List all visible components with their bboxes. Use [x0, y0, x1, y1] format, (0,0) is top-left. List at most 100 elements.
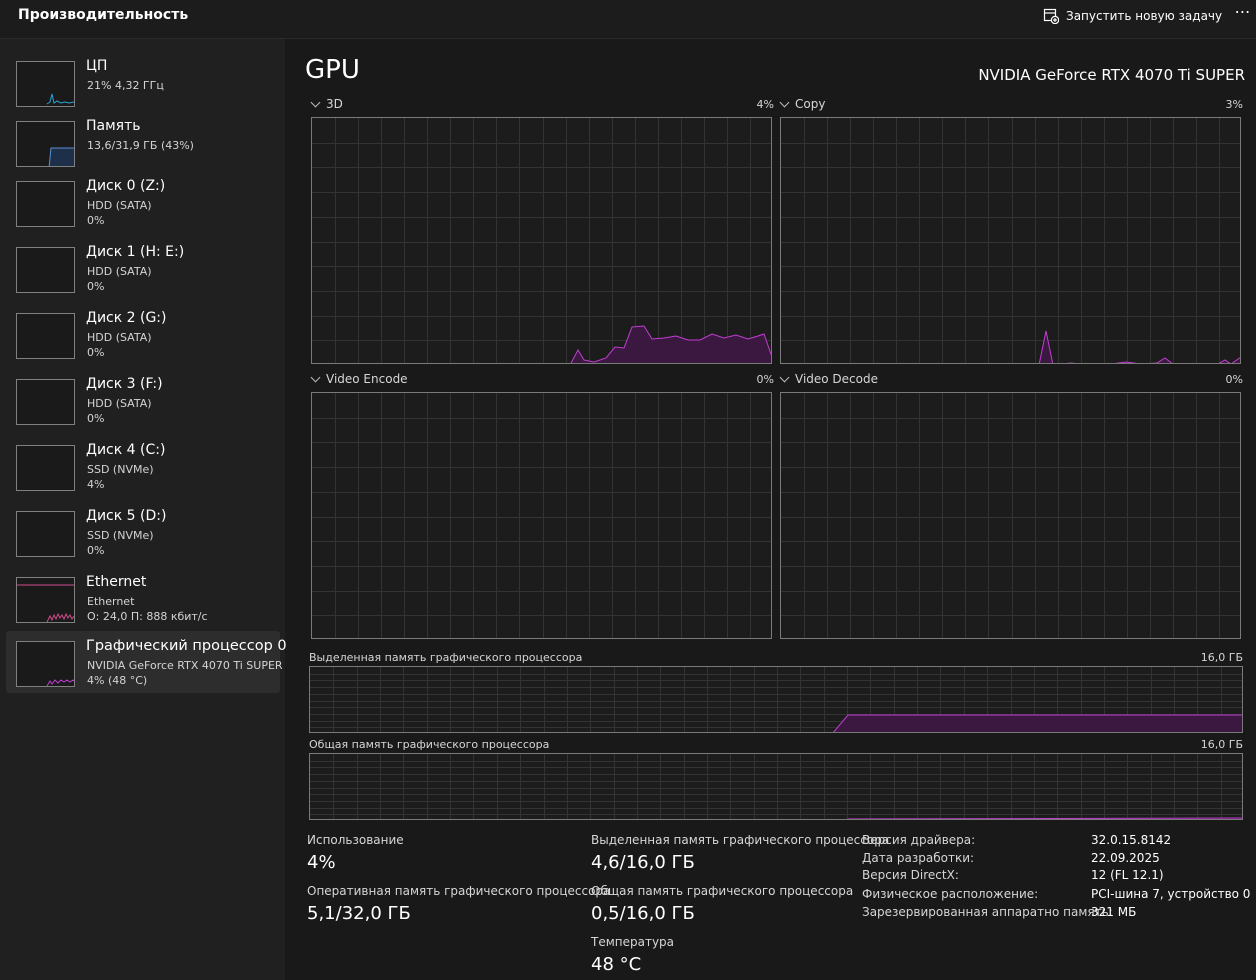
driver-date-value: 22.09.2025 [1091, 851, 1160, 865]
engine-selector-video-decode[interactable]: Video Decode [779, 372, 878, 386]
sidebar-item-subtitle: HDD (SATA) [87, 265, 152, 278]
disk-thumbnail [16, 181, 75, 227]
gpu-ram-label: Оперативная память графического процессо… [307, 884, 611, 898]
dedicated-memory-series [833, 714, 1242, 732]
shared-memory-graph [309, 753, 1243, 820]
reserved-memory-key: Зарезервированная аппаратно память: [862, 905, 1113, 919]
sidebar-item-subtitle: NVIDIA GeForce RTX 4070 Ti SUPER [87, 659, 283, 672]
sidebar-item-gpu-0[interactable]: Графический процессор 0 NVIDIA GeForce R… [6, 631, 287, 693]
engine-label: Video Decode [795, 372, 878, 386]
sidebar-item-disk-0[interactable]: Диск 0 (Z:) HDD (SATA) 0% [6, 171, 280, 233]
sidebar-item-title: Диск 5 (D:) [86, 508, 167, 524]
gpu-device-name: NVIDIA GeForce RTX 4070 Ti SUPER [978, 66, 1245, 84]
sidebar-item-value: О: 24,0 П: 888 кбит/с [87, 610, 208, 623]
run-task-label: Запустить новую задачу [1066, 9, 1223, 23]
sidebar-item-title: Графический процессор 0 [86, 638, 287, 654]
driver-version-value: 32.0.15.8142 [1091, 833, 1172, 847]
sidebar-item-title: Ethernet [86, 574, 147, 590]
dedicated-memory-stat-value: 4,6/16,0 ГБ [591, 852, 695, 873]
dedicated-memory-graph [309, 666, 1243, 733]
sidebar-item-subtitle: 13,6/31,9 ГБ (43%) [87, 139, 194, 152]
temperature-label: Температура [591, 935, 675, 949]
temperature-value: 48 °C [591, 954, 642, 975]
sidebar: ЦП 21% 4,32 ГГц Память 13,6/31,9 ГБ (43%… [0, 39, 287, 980]
sidebar-item-value: 4% [87, 478, 105, 491]
gpu-thumbnail [16, 641, 75, 687]
run-new-task-button[interactable]: Запустить новую задачу [1043, 6, 1222, 26]
engine-selector-video-encode[interactable]: Video Encode [310, 372, 408, 386]
sidebar-item-title: Диск 2 (G:) [86, 310, 167, 326]
sidebar-item-disk-4[interactable]: Диск 4 (C:) SSD (NVMe) 4% [6, 435, 280, 497]
sidebar-item-value: 0% [87, 346, 105, 359]
graph-grid [312, 393, 771, 638]
shared-memory-series [847, 817, 1242, 819]
shared-memory-stat-label: Общая память графического процессора [591, 884, 854, 898]
physical-location-value: PCI-шина 7, устройство 0,... [1091, 887, 1251, 901]
graph-copy-series [1038, 330, 1240, 363]
graph-copy [780, 117, 1241, 364]
cpu-thumbnail [16, 61, 75, 107]
directx-version-value: 12 (FL 12.1) [1091, 868, 1164, 882]
engine-label: Video Encode [326, 372, 408, 386]
shared-memory-label: Общая память графического процессора [309, 738, 550, 751]
shared-memory-max: 16,0 ГБ [1200, 738, 1243, 751]
sidebar-item-subtitle: 21% 4,32 ГГц [87, 79, 164, 92]
chevron-down-icon [310, 97, 321, 107]
sidebar-item-title: Память [86, 118, 141, 134]
sidebar-item-title: Диск 4 (C:) [86, 442, 166, 458]
chevron-down-icon [779, 372, 790, 382]
physical-location-key: Физическое расположение: [862, 887, 1039, 901]
disk-thumbnail [16, 247, 75, 293]
sidebar-item-value: 0% [87, 412, 105, 425]
dedicated-memory-label: Выделенная память графического процессор… [309, 651, 583, 664]
sidebar-item-disk-5[interactable]: Диск 5 (D:) SSD (NVMe) 0% [6, 501, 280, 563]
sidebar-item-disk-2[interactable]: Диск 2 (G:) HDD (SATA) 0% [6, 303, 280, 365]
graph-video-encode [311, 392, 772, 639]
graph-grid [781, 393, 1240, 638]
engine-percent: 0% [1225, 373, 1243, 386]
dedicated-memory-max: 16,0 ГБ [1200, 651, 1243, 664]
sidebar-item-value: 0% [87, 280, 105, 293]
sidebar-item-title: ЦП [86, 58, 108, 74]
shared-memory-stat-value: 0,5/16,0 ГБ [591, 903, 695, 924]
sidebar-item-subtitle: HDD (SATA) [87, 199, 152, 212]
sidebar-item-subtitle: HDD (SATA) [87, 397, 152, 410]
memory-thumbnail [16, 121, 75, 167]
gpu-ram-value: 5,1/32,0 ГБ [307, 903, 411, 924]
sidebar-item-disk-3[interactable]: Диск 3 (F:) HDD (SATA) 0% [6, 369, 280, 431]
driver-version-key: Версия драйвера: [862, 833, 976, 847]
engine-label: 3D [326, 97, 343, 111]
disk-thumbnail [16, 313, 75, 359]
usage-label: Использование [307, 833, 404, 847]
sidebar-item-ethernet[interactable]: Ethernet Ethernet О: 24,0 П: 888 кбит/с [6, 567, 280, 629]
sidebar-item-subtitle: Ethernet [87, 595, 135, 608]
engine-selector-3d[interactable]: 3D [310, 97, 343, 111]
disk-thumbnail [16, 511, 75, 557]
more-options-button[interactable]: ⋯ [1232, 2, 1254, 26]
gpu-heading: GPU [305, 55, 360, 85]
sidebar-item-subtitle: HDD (SATA) [87, 331, 152, 344]
driver-date-key: Дата разработки: [862, 851, 975, 865]
sidebar-item-title: Диск 3 (F:) [86, 376, 163, 392]
engine-selector-copy[interactable]: Copy [779, 97, 826, 111]
sidebar-item-subtitle: SSD (NVMe) [87, 529, 154, 542]
sidebar-item-value: 0% [87, 214, 105, 227]
engine-label: Copy [795, 97, 826, 111]
sidebar-item-cpu[interactable]: ЦП 21% 4,32 ГГц [6, 51, 280, 113]
sidebar-item-title: Диск 1 (H: E:) [86, 244, 185, 260]
engine-percent: 3% [1225, 98, 1243, 111]
sidebar-item-value: 4% (48 °C) [87, 674, 148, 687]
graph-3d [311, 117, 772, 364]
new-task-icon [1043, 8, 1059, 24]
disk-thumbnail [16, 445, 75, 491]
dedicated-memory-stat-label: Выделенная память графического процессор… [591, 833, 890, 847]
graph-video-decode [780, 392, 1241, 639]
disk-thumbnail [16, 379, 75, 425]
sidebar-item-disk-1[interactable]: Диск 1 (H: E:) HDD (SATA) 0% [6, 237, 280, 299]
page-title: Производительность [18, 7, 189, 23]
sidebar-item-memory[interactable]: Память 13,6/31,9 ГБ (43%) [6, 111, 280, 173]
sidebar-item-value: 0% [87, 544, 105, 557]
engine-percent: 0% [756, 373, 774, 386]
sidebar-item-subtitle: SSD (NVMe) [87, 463, 154, 476]
chevron-down-icon [310, 372, 321, 382]
